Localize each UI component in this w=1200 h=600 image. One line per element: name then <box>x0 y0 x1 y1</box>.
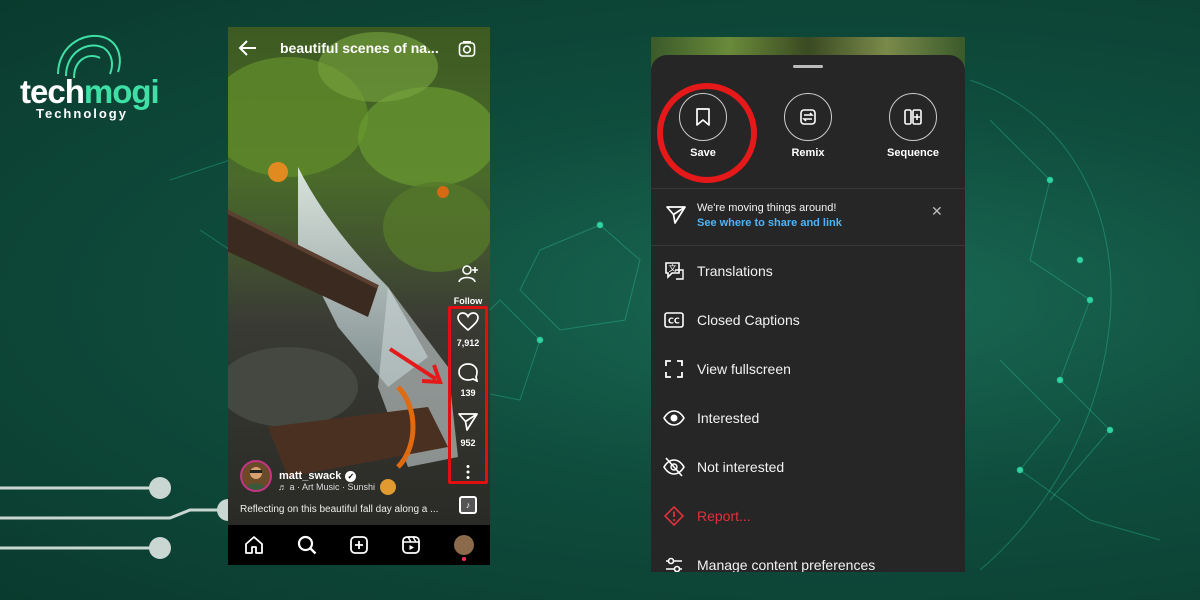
notice-title: We're moving things around! <box>697 202 837 214</box>
add-person-icon <box>458 265 478 283</box>
search-icon[interactable] <box>297 535 317 555</box>
svg-text:文: 文 <box>669 263 677 273</box>
brand-subtitle: Technology <box>36 106 128 121</box>
svg-text:CC: CC <box>668 317 680 326</box>
notice-link[interactable]: See where to share and link <box>697 217 842 229</box>
menu-item-label: Interested <box>697 410 760 426</box>
remix-icon <box>800 109 816 125</box>
menu-item-report[interactable]: Report... <box>651 496 965 536</box>
reel-caption[interactable]: Reflecting on this beautiful fall day al… <box>240 504 445 515</box>
reel-title: beautiful scenes of na... <box>280 40 439 56</box>
menu-item-label: Not interested <box>697 459 785 475</box>
author-avatar[interactable] <box>240 460 272 492</box>
remix-button[interactable]: Remix <box>778 93 838 159</box>
sliders-icon <box>666 557 682 572</box>
sequence-button[interactable]: Sequence <box>883 93 943 159</box>
eye-icon <box>663 410 685 426</box>
menu-item-view-fullscreen[interactable]: View fullscreen <box>651 349 965 389</box>
eye-off-icon <box>663 457 685 477</box>
close-icon[interactable]: ✕ <box>931 203 943 220</box>
menu-item-label: View fullscreen <box>697 361 791 377</box>
sheet-drag-handle[interactable] <box>793 65 823 68</box>
menu-item-interested[interactable]: Interested <box>651 398 965 438</box>
reel-screen: beautiful scenes of na... Follow 7,912 1… <box>228 27 490 565</box>
techmogi-logo: techmogi Technology <box>18 28 168 123</box>
options-bottom-sheet: Save Remix Sequence We're moving things … <box>651 55 965 572</box>
divider <box>651 245 965 246</box>
red-circle-annotation <box>657 83 757 183</box>
send-icon <box>666 206 686 224</box>
sequence-icon <box>904 109 922 125</box>
create-icon[interactable] <box>349 535 369 555</box>
menu-item-label: Translations <box>697 263 773 279</box>
report-icon <box>664 506 684 526</box>
options-screen: Save Remix Sequence We're moving things … <box>651 37 965 572</box>
menu-item-manage-content-preferences[interactable]: Manage content preferences <box>651 545 965 572</box>
audio-thumbnail[interactable]: ♪ <box>459 496 477 514</box>
translate-icon: 文 <box>665 262 684 280</box>
verified-badge-icon: ✓ <box>345 470 357 482</box>
reels-icon[interactable] <box>401 535 421 555</box>
notification-dot <box>461 557 466 561</box>
menu-item-label: Report... <box>697 508 751 524</box>
circuit-decoration <box>0 477 239 559</box>
back-arrow-icon[interactable] <box>238 39 258 57</box>
camera-icon[interactable] <box>458 40 476 58</box>
sequence-label: Sequence <box>887 147 939 159</box>
red-arrow-annotation <box>388 347 443 385</box>
follow-label: Follow <box>453 296 483 306</box>
highlight-box <box>448 306 488 484</box>
fullscreen-icon <box>665 360 683 378</box>
menu-item-not-interested[interactable]: Not interested <box>651 447 965 487</box>
menu-item-closed-captions[interactable]: CC Closed Captions <box>651 300 965 340</box>
music-info[interactable]: ♬ a · Art Music · Sunshi <box>278 482 375 492</box>
divider <box>651 188 965 189</box>
bottom-nav <box>228 525 490 565</box>
home-icon[interactable] <box>244 535 264 555</box>
remix-label: Remix <box>791 147 825 159</box>
author-username[interactable]: matt_swack <box>279 470 341 482</box>
menu-item-translations[interactable]: 文 Translations <box>651 251 965 291</box>
menu-item-label: Manage content preferences <box>697 557 876 572</box>
profile-avatar[interactable] <box>453 535 474 561</box>
share-notice: We're moving things around! See where to… <box>651 195 965 235</box>
menu-item-label: Closed Captions <box>697 312 800 328</box>
cc-icon: CC <box>664 312 684 328</box>
follow-button[interactable]: Follow <box>450 264 486 306</box>
